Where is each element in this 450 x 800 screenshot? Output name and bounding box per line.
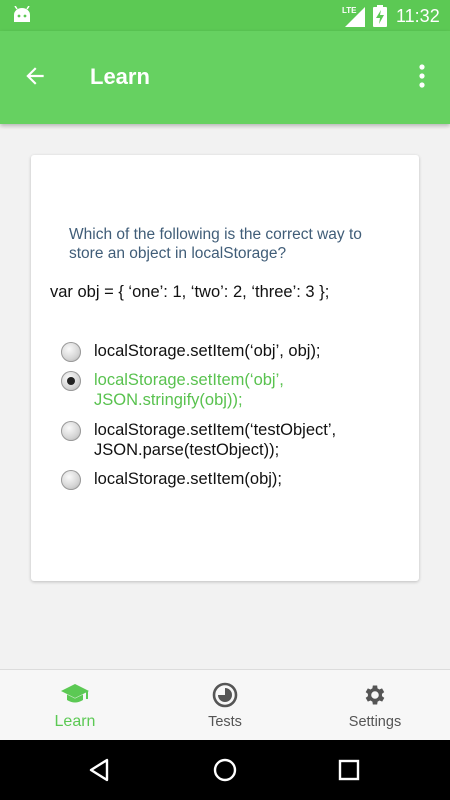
status-bar: LTE 11:32 bbox=[0, 0, 450, 31]
status-time: 11:32 bbox=[396, 6, 440, 26]
nav-label: Settings bbox=[348, 714, 402, 730]
screen: LTE 11:32 Learn Which of the following i… bbox=[0, 0, 450, 800]
question-text: Which of the following is the correct wa… bbox=[69, 226, 362, 262]
battery-charging-icon bbox=[373, 5, 387, 27]
system-navigation-bar bbox=[0, 740, 450, 800]
android-debug-icon bbox=[14, 6, 30, 22]
timer-icon bbox=[212, 682, 238, 708]
back-arrow-icon[interactable] bbox=[22, 63, 48, 89]
nav-learn[interactable]: Learn bbox=[0, 670, 150, 741]
question-card: Which of the following is the correct wa… bbox=[31, 155, 419, 581]
nav-label: Learn bbox=[54, 713, 96, 730]
nav-tests[interactable]: Tests bbox=[150, 670, 300, 741]
back-triangle-icon[interactable] bbox=[85, 755, 115, 785]
radio-button[interactable] bbox=[61, 470, 81, 490]
answer-option-label: localStorage.setItem(‘obj’, JSON.stringi… bbox=[94, 371, 284, 409]
page-title: Learn bbox=[90, 64, 150, 89]
gear-icon bbox=[365, 685, 385, 705]
answer-option-label: localStorage.setItem(‘obj’, obj); bbox=[94, 342, 321, 360]
nav-label: Tests bbox=[208, 714, 242, 730]
graduation-cap-icon bbox=[61, 684, 89, 703]
answer-option-3[interactable]: localStorage.setItem(‘testObject’, JSON.… bbox=[61, 420, 391, 460]
nav-settings[interactable]: Settings bbox=[300, 670, 450, 741]
network-label: LTE bbox=[342, 6, 357, 15]
radio-button[interactable] bbox=[61, 342, 81, 362]
bottom-navigation: Learn Tests Settings bbox=[0, 669, 450, 740]
radio-button[interactable] bbox=[61, 421, 81, 441]
app-bar: Learn bbox=[0, 31, 450, 124]
answer-option-2[interactable]: localStorage.setItem(‘obj’, JSON.stringi… bbox=[61, 370, 391, 410]
more-vert-icon[interactable] bbox=[412, 63, 432, 89]
answer-option-label: localStorage.setItem(obj); bbox=[94, 470, 283, 488]
question-code: var obj = { ‘one’: 1, ‘two’: 2, ‘three’:… bbox=[50, 283, 330, 301]
answer-option-4[interactable]: localStorage.setItem(obj); bbox=[61, 469, 391, 490]
answer-option-1[interactable]: localStorage.setItem(‘obj’, obj); bbox=[61, 341, 391, 362]
recents-square-icon[interactable] bbox=[334, 755, 364, 785]
radio-button-checked[interactable] bbox=[61, 371, 81, 391]
answer-option-label: localStorage.setItem(‘testObject’, JSON.… bbox=[94, 421, 337, 459]
home-circle-icon[interactable] bbox=[210, 755, 240, 785]
lte-signal-icon: LTE bbox=[342, 6, 365, 27]
